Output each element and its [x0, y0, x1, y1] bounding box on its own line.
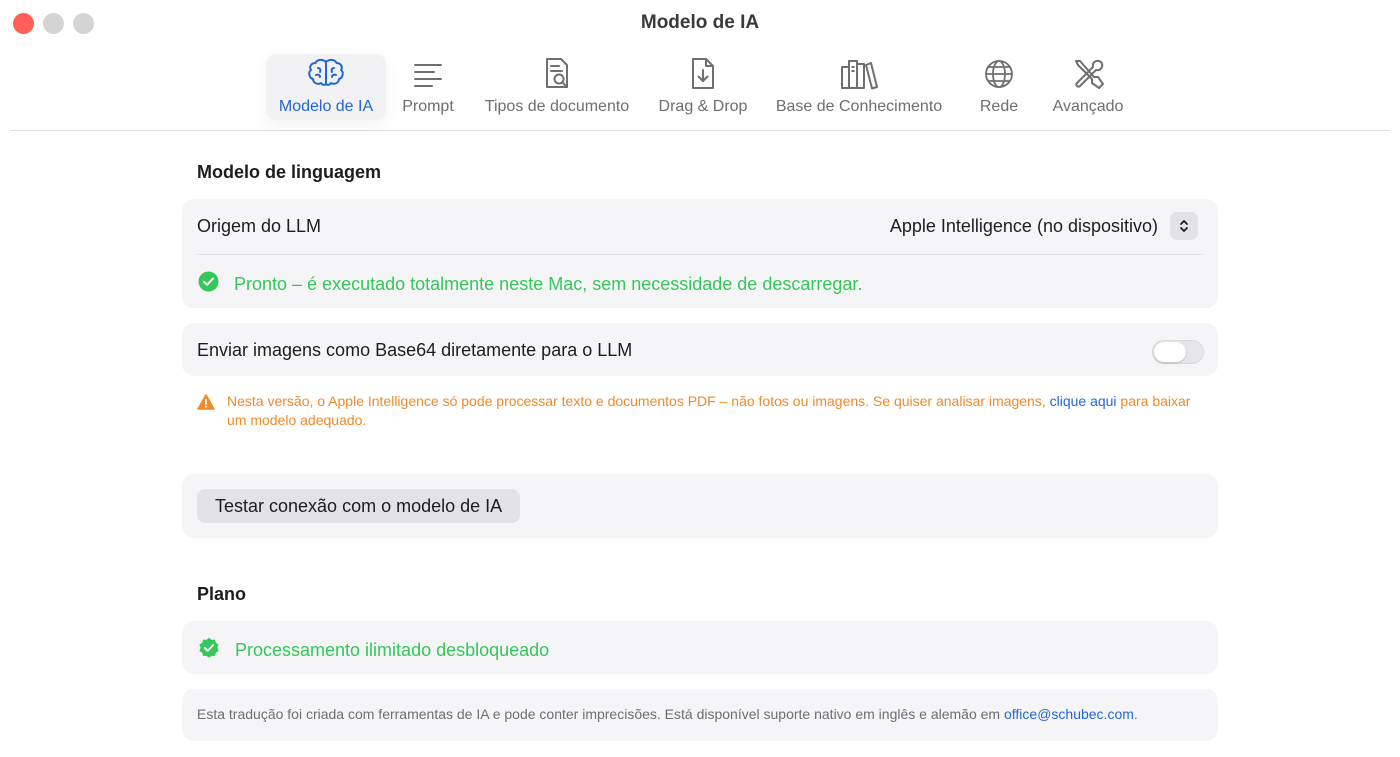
globe-icon [979, 56, 1019, 92]
image-warning: Nesta versão, o Apple Intelligence só po… [197, 392, 1207, 430]
llm-source-value: Apple Intelligence (no dispositivo) [889, 215, 1158, 236]
document-download-icon [683, 56, 723, 92]
llm-status-text: Pronto – é executado totalmente neste Ma… [234, 273, 863, 294]
translation-note-suffix: . [1133, 706, 1138, 722]
warning-message: Nesta versão, o Apple Intelligence só po… [227, 393, 1050, 409]
brain-icon [306, 56, 346, 92]
document-search-icon [537, 56, 577, 92]
llm-source-popup[interactable]: Apple Intelligence (no dispositivo) [890, 211, 1198, 241]
plan-status-text: Processamento ilimitado desbloqueado [235, 640, 550, 660]
translation-note-text: Esta tradução foi criada com ferramentas… [197, 706, 1004, 722]
tab-network[interactable]: Rede [972, 54, 1026, 120]
card-divider [197, 254, 1203, 255]
tab-label: Rede [979, 98, 1019, 115]
text-lines-icon [408, 56, 448, 92]
chevron-up-down-icon[interactable] [1170, 212, 1198, 240]
test-connection-card: Testar conexão com o modelo de IA [182, 474, 1218, 538]
tab-document-types[interactable]: Tipos de documento [475, 54, 639, 120]
llm-source-card: Origem do LLM Apple Intelligence (no dis… [182, 199, 1218, 308]
tab-drag-drop[interactable]: Drag & Drop [652, 54, 754, 120]
translation-note-card: Esta tradução foi criada com ferramentas… [182, 689, 1218, 741]
test-connection-button[interactable]: Testar conexão com o modelo de IA [197, 489, 521, 523]
verified-badge-icon [198, 637, 220, 664]
tab-label: Modelo de IA [278, 98, 374, 115]
tab-ai-model[interactable]: Modelo de IA [266, 54, 386, 120]
settings-toolbar: Modelo de IA Prompt Tipos de documento D… [0, 52, 1400, 128]
base64-label: Enviar imagens como Base64 diretamente p… [197, 340, 633, 360]
section-title-plan: Plano [197, 584, 247, 604]
tools-icon [1068, 56, 1108, 92]
base64-toggle[interactable] [1152, 340, 1204, 364]
tab-label: Base de Conhecimento [775, 98, 943, 115]
translation-note: Esta tradução foi criada com ferramentas… [197, 705, 1197, 724]
section-title-language-model: Modelo de linguagem [197, 162, 382, 182]
base64-card: Enviar imagens como Base64 diretamente p… [182, 323, 1218, 376]
toggle-knob [1154, 342, 1186, 362]
download-model-link[interactable]: clique aqui [1050, 393, 1117, 409]
tab-advanced[interactable]: Avançado [1046, 54, 1130, 120]
tab-label: Tipos de documento [484, 98, 630, 115]
plan-status: Processamento ilimitado desbloqueado [198, 637, 549, 664]
toolbar-divider [11, 130, 1389, 131]
tab-label: Prompt [402, 98, 454, 115]
llm-source-label: Origem do LLM [197, 216, 322, 236]
plan-card: Processamento ilimitado desbloqueado [182, 621, 1218, 674]
llm-status: Pronto – é executado totalmente neste Ma… [198, 271, 862, 297]
warning-text: Nesta versão, o Apple Intelligence só po… [227, 392, 1207, 430]
window-title: Modelo de IA [640, 12, 760, 33]
checkmark-circle-icon [198, 271, 219, 297]
tab-label: Drag & Drop [658, 98, 748, 115]
tab-knowledge-base[interactable]: Base de Conhecimento [767, 54, 951, 120]
support-email-link[interactable]: office@schubec.com [1004, 706, 1134, 722]
tab-label: Avançado [1052, 98, 1124, 115]
books-icon [839, 56, 879, 92]
warning-triangle-icon [197, 394, 215, 430]
settings-window: Modelo de IA Modelo de IA Prompt Tipos d… [0, 0, 1400, 757]
tab-prompt[interactable]: Prompt [396, 54, 460, 120]
